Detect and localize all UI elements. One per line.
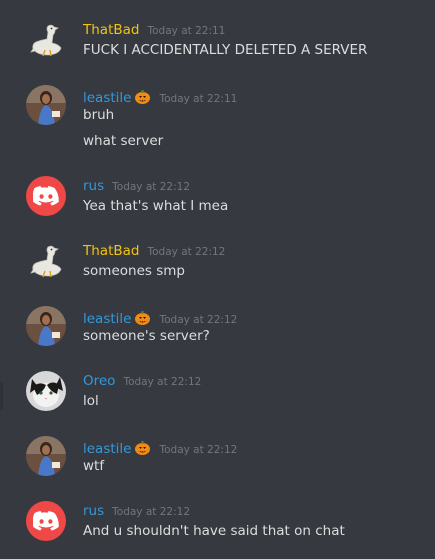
photo-avatar[interactable] (26, 85, 66, 125)
message-text: someones smp (83, 263, 185, 279)
timestamp: Today at 22:11 (147, 25, 226, 37)
goose-avatar[interactable] (26, 20, 66, 60)
message-text: wtf (83, 458, 105, 474)
pumpkin-icon (134, 309, 151, 326)
username[interactable]: ThatBad (83, 20, 139, 40)
scroll-edge (0, 382, 3, 410)
message-text: bruh (83, 107, 115, 123)
discord-default-avatar[interactable] (26, 176, 66, 216)
goose-avatar[interactable] (26, 241, 66, 281)
message-text: someone's server? (83, 328, 210, 344)
message-text: what server (83, 133, 164, 149)
pumpkin-icon (134, 88, 151, 105)
timestamp: Today at 22:12 (147, 246, 226, 258)
timestamp: Today at 22:12 (112, 181, 190, 193)
discord-default-avatar[interactable] (26, 501, 66, 541)
message-text: FUCK I ACCIDENTALLY DELETED A SERVER (83, 42, 368, 58)
pumpkin-icon (134, 439, 151, 456)
photo-avatar[interactable] (26, 436, 66, 476)
timestamp: Today at 22:11 (159, 93, 238, 105)
username[interactable]: rus (83, 176, 104, 196)
photo-avatar[interactable] (26, 306, 66, 346)
username[interactable]: Oreo (83, 371, 115, 391)
cat-avatar[interactable] (26, 371, 66, 411)
timestamp: Today at 22:12 (159, 444, 238, 456)
timestamp: Today at 22:12 (112, 506, 190, 518)
username[interactable]: ThatBad (83, 241, 139, 261)
chat-messages: ThatBad Today at 22:11 FUCK I ACCIDENTAL… (0, 0, 435, 559)
timestamp: Today at 22:12 (123, 376, 202, 388)
message-text: Yea that's what I mea (83, 198, 229, 214)
message-text: lol (83, 393, 99, 409)
username[interactable]: rus (83, 501, 104, 521)
message-text: And u shouldn't have said that on chat (83, 523, 345, 539)
